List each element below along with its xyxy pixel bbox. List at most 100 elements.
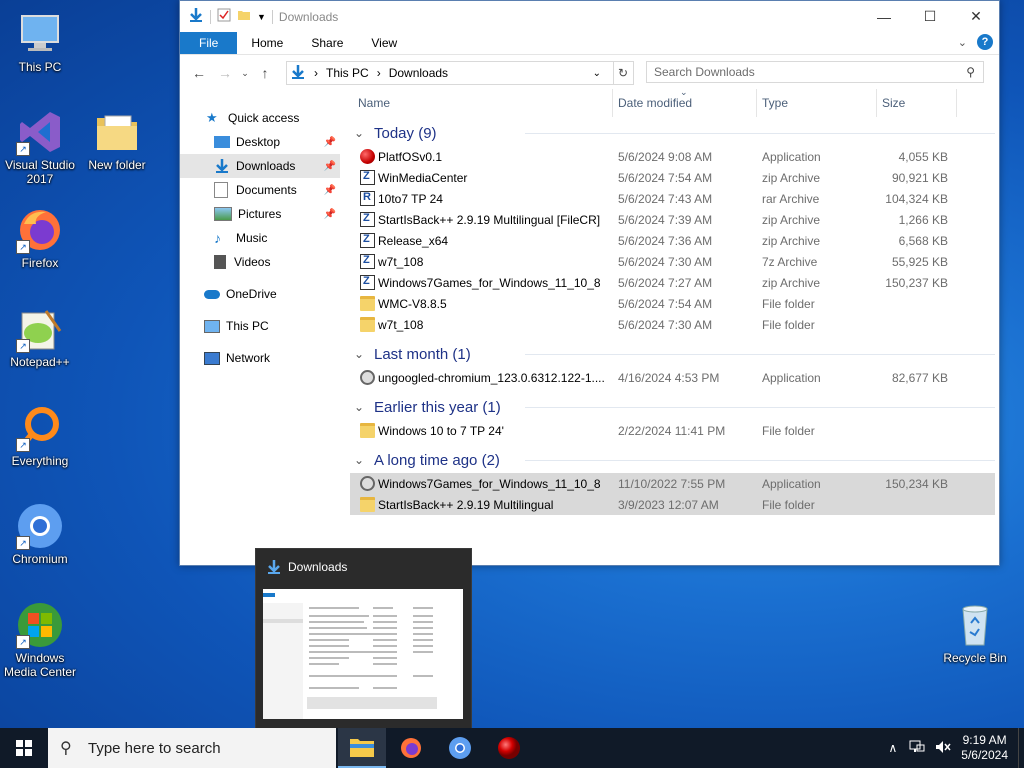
close-button[interactable]: ✕ xyxy=(953,1,999,32)
file-row[interactable]: WinMediaCenter 5/6/2024 7:54 AM zip Archiv… xyxy=(350,167,995,188)
column-separator[interactable] xyxy=(612,89,613,117)
desktop-icon-notepadpp[interactable]: ↗ Notepad++ xyxy=(0,305,80,369)
nav-this-pc[interactable]: This PC xyxy=(180,314,340,338)
pin-icon[interactable]: 📌 xyxy=(324,137,336,148)
nav-pictures[interactable]: Pictures 📌 xyxy=(180,202,340,226)
column-name[interactable]: Name xyxy=(358,96,390,110)
column-type[interactable]: Type xyxy=(762,96,788,110)
file-row[interactable]: ungoogled-chromium_123.0.6312.122-1.... 4… xyxy=(350,367,995,388)
breadcrumb-this-pc[interactable]: This PC xyxy=(326,66,369,80)
desktop-icon-recycle-bin[interactable]: Recycle Bin xyxy=(935,601,1015,665)
nav-documents[interactable]: Documents 📌 xyxy=(180,178,340,202)
nav-network[interactable]: Network xyxy=(180,346,340,370)
nav-onedrive[interactable]: OneDrive xyxy=(180,282,340,306)
chevron-down-icon[interactable]: ⌄ xyxy=(354,400,368,414)
taskbar-thumbnail-preview[interactable]: Downloads xyxy=(255,548,472,730)
desktop-icon-new-folder[interactable]: New folder xyxy=(77,108,157,172)
nav-quick-access[interactable]: ★ Quick access xyxy=(180,106,340,130)
nav-videos[interactable]: Videos xyxy=(180,250,340,274)
refresh-icon[interactable]: ↻ xyxy=(613,61,634,85)
new-folder-icon[interactable] xyxy=(237,8,251,25)
tab-view[interactable]: View xyxy=(357,32,411,54)
desktop-icon-visual-studio[interactable]: ↗ Visual Studio 2017 xyxy=(0,108,80,186)
desktop-icon-this-pc[interactable]: This PC xyxy=(0,10,80,74)
file-groups: ⌄ Today (9) PlatfOSv0.1 5/6/2024 9:08 AM App… xyxy=(350,120,995,521)
column-size[interactable]: Size xyxy=(882,96,905,110)
file-row[interactable]: Windows7Games_for_Windows_11_10_8 5/6/202… xyxy=(350,272,995,293)
customize-toolbar-icon[interactable]: ▼ xyxy=(257,12,266,22)
nav-label: Desktop xyxy=(236,135,281,149)
chevron-down-icon[interactable]: ⌄ xyxy=(354,347,368,361)
column-date-modified[interactable]: Date modified xyxy=(618,96,692,110)
file-name: WMC-V8.8.5 xyxy=(378,296,447,311)
downloads-icon xyxy=(290,64,306,83)
taskbar-platfos[interactable] xyxy=(485,728,533,768)
help-icon[interactable]: ? xyxy=(977,34,993,50)
clock[interactable]: 9:19 AM 5/6/2024 xyxy=(961,733,1008,763)
group-title: Last month (1) xyxy=(374,345,471,363)
folder-icon xyxy=(360,296,375,311)
group-header[interactable]: ⌄ A long time ago (2) xyxy=(350,447,995,473)
network-icon[interactable] xyxy=(909,740,925,757)
desktop-icon-windows-media-center[interactable]: ↗ Windows Media Center xyxy=(0,601,80,679)
group-header[interactable]: ⌄ Earlier this year (1) xyxy=(350,394,995,420)
tab-share[interactable]: Share xyxy=(297,32,357,54)
window-title: Downloads xyxy=(278,9,339,24)
group-header[interactable]: ⌄ Today (9) xyxy=(350,120,995,146)
file-row[interactable]: StartIsBack++ 2.9.19 Multilingual [FileC… xyxy=(350,209,995,230)
file-row[interactable]: 10to7 TP 24 5/6/2024 7:43 AM rar Archive 10… xyxy=(350,188,995,209)
maximize-button[interactable]: ☐ xyxy=(907,1,953,32)
nav-desktop[interactable]: Desktop 📌 xyxy=(180,130,340,154)
search-input[interactable]: Search Downloads ⚲ xyxy=(646,61,984,83)
file-date: 5/6/2024 7:30 AM xyxy=(618,317,713,332)
tab-file[interactable]: File xyxy=(180,32,238,54)
desktop-icon-firefox[interactable]: ↗ Firefox xyxy=(0,206,80,270)
taskbar-search-box[interactable]: ⚲ Type here to search xyxy=(48,728,336,768)
column-separator[interactable] xyxy=(956,89,957,117)
windows-media-center-icon: ↗ xyxy=(16,601,64,649)
address-dropdown-icon[interactable]: ⌄ xyxy=(593,68,601,79)
file-row[interactable]: Release_x64 5/6/2024 7:36 AM zip Archive 6,… xyxy=(350,230,995,251)
nav-downloads[interactable]: Downloads 📌 xyxy=(180,154,340,178)
show-hidden-icons-icon[interactable]: ∧ xyxy=(888,741,897,755)
file-type: File folder xyxy=(762,423,815,438)
expand-ribbon-icon[interactable]: ⌄ xyxy=(958,36,967,49)
file-row[interactable]: w7t_108 5/6/2024 7:30 AM 7z Archive 55,925 … xyxy=(350,251,995,272)
chevron-down-icon[interactable]: ⌄ xyxy=(354,453,368,467)
file-row[interactable]: w7t_108 5/6/2024 7:30 AM File folder xyxy=(350,314,995,335)
file-name: StartIsBack++ 2.9.19 Multilingual xyxy=(378,497,554,512)
chevron-down-icon[interactable]: ⌄ xyxy=(354,126,368,140)
group-header[interactable]: ⌄ Last month (1) xyxy=(350,341,995,367)
breadcrumb-separator-icon[interactable]: › xyxy=(377,66,381,80)
nav-music[interactable]: ♪ Music xyxy=(180,226,340,250)
up-arrow-icon[interactable]: ↑ xyxy=(252,65,278,81)
column-separator[interactable] xyxy=(876,89,877,117)
pin-icon[interactable]: 📌 xyxy=(324,161,336,172)
address-bar[interactable]: › This PC › Downloads ⌄ xyxy=(286,61,614,85)
taskbar-firefox[interactable] xyxy=(387,728,435,768)
minimize-button[interactable]: — xyxy=(861,1,907,32)
taskbar-file-explorer[interactable] xyxy=(338,728,386,768)
recent-locations-icon[interactable]: ⌄ xyxy=(238,68,252,79)
file-row[interactable]: Windows7Games_for_Windows_11_10_8 11/10/2… xyxy=(350,473,995,494)
file-row[interactable]: StartIsBack++ 2.9.19 Multilingual 3/9/202… xyxy=(350,494,995,515)
file-type: zip Archive xyxy=(762,233,821,248)
column-separator[interactable] xyxy=(756,89,757,117)
tab-home[interactable]: Home xyxy=(237,32,297,54)
forward-arrow-icon[interactable]: → xyxy=(212,65,238,81)
breadcrumb-separator-icon[interactable]: › xyxy=(314,66,318,80)
breadcrumb-downloads[interactable]: Downloads xyxy=(389,66,448,80)
pin-icon[interactable]: 📌 xyxy=(324,185,336,196)
start-button[interactable] xyxy=(0,728,48,768)
file-row[interactable]: WMC-V8.8.5 5/6/2024 7:54 AM File folder xyxy=(350,293,995,314)
desktop-icon-chromium[interactable]: ↗ Chromium xyxy=(0,502,80,566)
back-arrow-icon[interactable]: ← xyxy=(186,65,212,81)
desktop-icon-everything[interactable]: ↗ Everything xyxy=(0,404,80,468)
file-row[interactable]: PlatfOSv0.1 5/6/2024 9:08 AM Application 4,… xyxy=(350,146,995,167)
taskbar-chromium[interactable] xyxy=(436,728,484,768)
volume-muted-icon[interactable] xyxy=(935,740,951,757)
file-row[interactable]: Windows 10 to 7 TP 24' 2/22/2024 11:41 PM… xyxy=(350,420,995,441)
show-desktop-button[interactable] xyxy=(1018,728,1024,768)
pin-icon[interactable]: 📌 xyxy=(324,209,336,220)
properties-icon[interactable] xyxy=(217,8,231,25)
